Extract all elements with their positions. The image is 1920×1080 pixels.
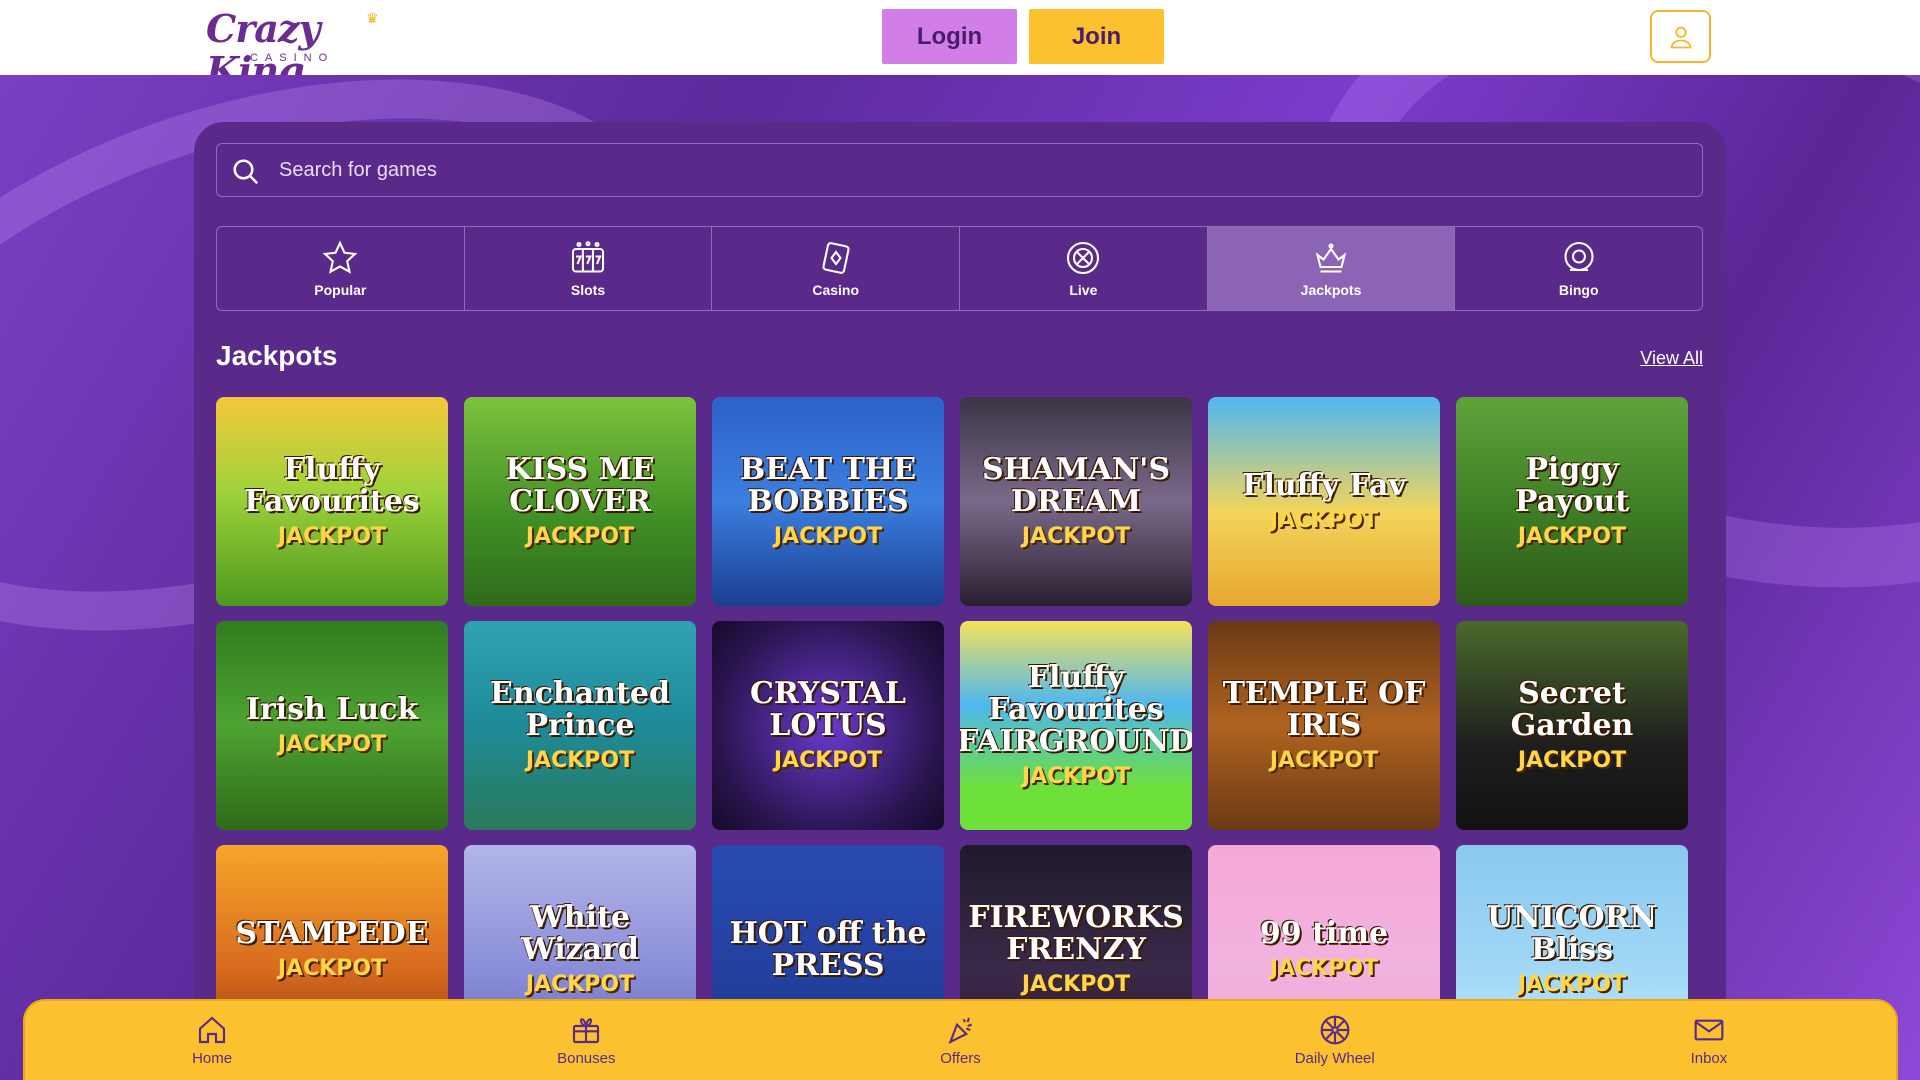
join-button[interactable]: Join (1029, 9, 1164, 64)
jackpot-label: JACKPOT (277, 524, 387, 549)
tab-slots[interactable]: Slots (465, 227, 713, 310)
game-title: Fluffy Favourites FAIRGROUND (960, 660, 1192, 759)
bottom-nav: Home Bonuses Offers Daily Wheel Inbox (23, 999, 1898, 1080)
game-title: Irish Luck (245, 692, 419, 727)
crazy-king-logo[interactable]: Crazy King CASINO ♛ (206, 8, 396, 92)
game-title: KISS ME CLOVER (505, 452, 655, 519)
nav-label: Inbox (1690, 1050, 1728, 1067)
tab-label: Live (1069, 281, 1098, 298)
nav-bonuses[interactable]: Bonuses (399, 1001, 773, 1080)
game-title: Enchanted Prince (490, 676, 670, 743)
game-tile[interactable]: KISS ME CLOVER JACKPOT (464, 397, 696, 606)
jackpot-label: JACKPOT (277, 956, 387, 981)
bingo-ball-icon (1564, 241, 1594, 271)
game-title: White Wizard (521, 900, 639, 967)
jackpot-label: JACKPOT (277, 732, 387, 757)
tab-popular[interactable]: Popular (217, 227, 465, 310)
login-button[interactable]: Login (882, 9, 1017, 64)
tab-label: Casino (812, 281, 860, 298)
game-title: Piggy Payout (1514, 452, 1630, 519)
tab-bingo[interactable]: Bingo (1455, 227, 1702, 310)
search-input[interactable] (279, 144, 1679, 196)
nav-inbox[interactable]: Inbox (1522, 1001, 1896, 1080)
games-panel: Popular Slots Casino Live Jackpots Bingo… (194, 122, 1726, 1054)
game-tile[interactable]: CRYSTAL LOTUS JACKPOT (712, 621, 944, 830)
star-icon (322, 239, 358, 274)
game-tile[interactable]: Fluffy Favourites JACKPOT (216, 397, 448, 606)
slot-machine-icon (571, 240, 605, 273)
game-tile[interactable]: Fluffy Fav JACKPOT (1208, 397, 1440, 606)
jackpot-label: JACKPOT (525, 524, 635, 549)
search-icon (233, 159, 259, 185)
game-title: TEMPLE OF IRIS (1222, 676, 1426, 743)
nav-label: Home (192, 1050, 233, 1067)
game-tile[interactable]: Irish Luck JACKPOT (216, 621, 448, 830)
game-title: Fluffy Fav (1242, 468, 1406, 503)
gift-icon (573, 1018, 600, 1044)
nav-offers[interactable]: Offers (773, 1001, 1147, 1080)
crown-icon (1315, 242, 1347, 273)
tab-label: Slots (570, 281, 606, 298)
nav-label: Daily Wheel (1294, 1050, 1375, 1067)
game-grid: Fluffy Favourites JACKPOT KISS ME CLOVER JA… (216, 397, 1696, 1054)
game-title: STAMPEDE (235, 916, 429, 951)
game-title: HOT off the PRESS (729, 915, 927, 983)
category-tabs: Popular Slots Casino Live Jackpots Bingo (216, 226, 1703, 311)
game-title: Secret Garden (1510, 676, 1634, 743)
nav-home[interactable]: Home (25, 1001, 399, 1080)
account-button[interactable] (1650, 10, 1711, 63)
wheel-icon (1320, 1015, 1350, 1045)
game-title: BEAT THE BOBBIES (739, 452, 917, 519)
cards-icon (822, 241, 850, 274)
jackpot-label: JACKPOT (1021, 524, 1131, 549)
tab-live[interactable]: Live (960, 227, 1208, 310)
tab-label: Jackpots (1300, 281, 1362, 298)
user-icon (1670, 26, 1691, 48)
jackpot-label: JACKPOT (1269, 956, 1379, 981)
jackpot-label: JACKPOT (773, 524, 883, 549)
game-title: CRYSTAL LOTUS (749, 676, 907, 743)
confetti-icon (947, 1017, 972, 1045)
game-tile[interactable]: Piggy Payout JACKPOT (1456, 397, 1688, 606)
game-title: SHAMAN'S DREAM (981, 452, 1171, 519)
jackpot-label: JACKPOT (525, 972, 635, 997)
nav-label: Bonuses (557, 1050, 616, 1067)
jackpot-label: JACKPOT (1269, 508, 1379, 533)
nav-label: Offers (940, 1050, 981, 1067)
jackpot-label: JACKPOT (1517, 972, 1627, 997)
section-title: Jackpots (216, 340, 338, 371)
game-title: Fluffy Favourites (244, 452, 420, 519)
game-tile[interactable]: BEAT THE BOBBIES JACKPOT (712, 397, 944, 606)
tab-jackpots[interactable]: Jackpots (1207, 227, 1456, 310)
game-tile[interactable]: TEMPLE OF IRIS JACKPOT (1208, 621, 1440, 830)
jackpot-label: JACKPOT (1021, 764, 1131, 789)
mail-icon (1694, 1019, 1724, 1041)
game-tile[interactable]: Fluffy Favourites FAIRGROUND JACKPOT (960, 621, 1192, 830)
home-icon (199, 1016, 226, 1044)
nav-daily-wheel[interactable]: Daily Wheel (1148, 1001, 1522, 1080)
game-title: 99 time (1259, 916, 1389, 951)
game-title: UNICORN Bliss (1487, 900, 1657, 967)
jackpot-label: JACKPOT (1021, 972, 1131, 997)
game-tile[interactable]: SHAMAN'S DREAM JACKPOT (960, 397, 1192, 606)
tab-casino[interactable]: Casino (712, 227, 961, 310)
tab-label: Bingo (1558, 281, 1599, 298)
logo-crown-icon: ♛ (366, 10, 379, 26)
jackpot-label: JACKPOT (773, 748, 883, 773)
jackpot-label: JACKPOT (1517, 748, 1627, 773)
tab-label: Popular (314, 281, 367, 298)
view-all-link[interactable]: View All (1640, 348, 1703, 369)
game-title: FIREWORKS FRENZY (968, 900, 1184, 967)
jackpot-label: JACKPOT (1517, 524, 1627, 549)
roulette-icon (1067, 241, 1100, 274)
search-bar[interactable] (216, 143, 1703, 197)
jackpot-label: JACKPOT (1269, 748, 1379, 773)
game-tile[interactable]: Enchanted Prince JACKPOT (464, 621, 696, 830)
jackpot-label: JACKPOT (525, 748, 635, 773)
game-tile[interactable]: Secret Garden JACKPOT (1456, 621, 1688, 830)
top-header: Crazy King CASINO ♛ Login Join (0, 0, 1920, 92)
logo-subtext: CASINO (250, 52, 335, 64)
